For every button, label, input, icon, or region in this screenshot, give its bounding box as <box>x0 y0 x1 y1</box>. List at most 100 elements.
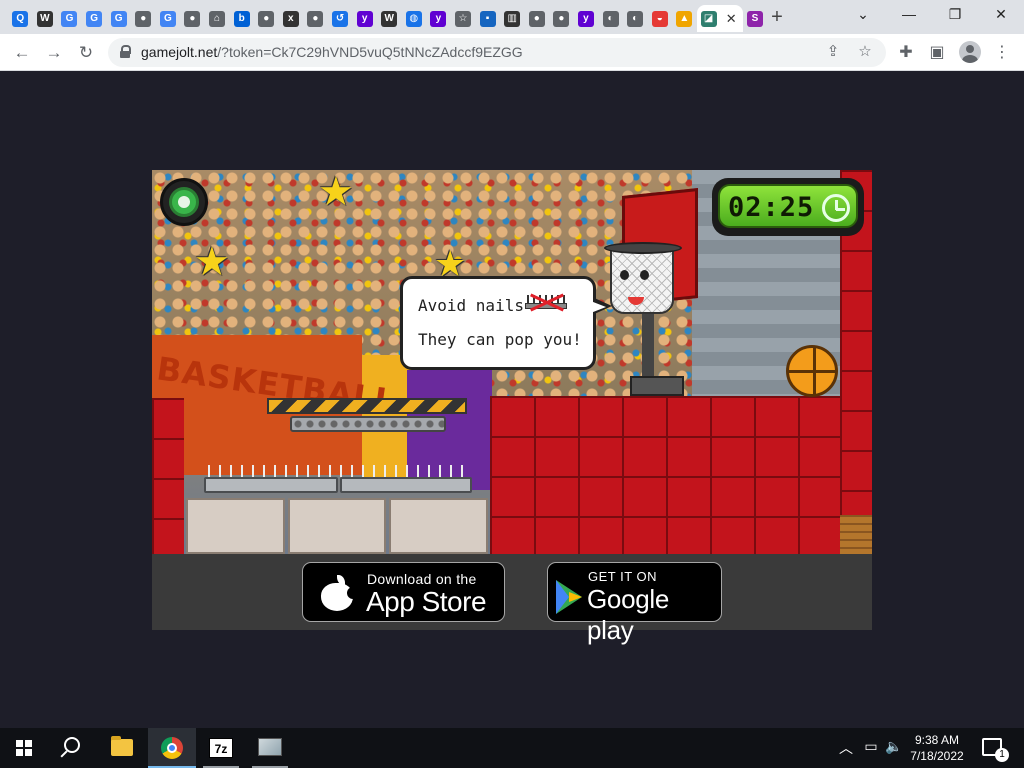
windows-start-button[interactable] <box>16 740 32 756</box>
browser-tab[interactable]: ☆ <box>451 5 476 32</box>
hoop-eye-icon <box>640 270 649 280</box>
lock-icon[interactable] <box>120 45 131 58</box>
stone-block <box>287 498 387 554</box>
browser-tab[interactable]: ▪ <box>475 5 500 32</box>
browser-tab[interactable]: ◪ ✕ <box>696 5 743 32</box>
start-pane <box>25 740 32 747</box>
volume-icon[interactable]: 🔈 <box>884 738 904 755</box>
notification-center-icon[interactable]: 1 <box>982 738 1009 762</box>
browser-tab[interactable]: G <box>82 5 107 32</box>
browser-tab[interactable]: G <box>57 5 82 32</box>
back-button[interactable]: ← <box>9 40 35 66</box>
browser-tab[interactable]: ▲ <box>672 5 697 32</box>
globe-icon: ● <box>307 10 324 27</box>
browser-tab[interactable]: Q <box>8 5 33 32</box>
browser-tab[interactable]: x <box>279 5 304 32</box>
browser-tab[interactable]: y <box>426 5 451 32</box>
url-text[interactable]: gamejolt.net/?token=Ck7C29hVND5vuQ5tNNcZ… <box>141 44 523 60</box>
close-tab-icon[interactable]: ✕ <box>726 11 737 27</box>
home-icon: ⌂ <box>209 10 226 27</box>
store-badges-bar: Download on the App Store GET IT ON Goog… <box>152 554 872 645</box>
address-bar[interactable]: gamejolt.net/?token=Ck7C29hVND5vuQ5tNNcZ… <box>108 38 886 67</box>
close-window-button[interactable]: ✕ <box>978 0 1024 30</box>
browser-tab[interactable]: W <box>33 5 58 32</box>
stopwatch-icon <box>822 194 850 222</box>
browser-tab[interactable]: ● <box>524 5 549 32</box>
browser-toolbar: ← → ↻ gamejolt.net/?token=Ck7C29hVND5vuQ… <box>0 34 1024 71</box>
minimize-button[interactable]: — <box>886 0 932 30</box>
side-panel-icon[interactable]: ▣ <box>925 41 949 65</box>
browser-tab[interactable]: ◍ <box>402 5 427 32</box>
browser-tab[interactable]: ◐ <box>598 5 623 32</box>
tab-strip: Q W G G G ● G ● ⌂ b ● x ● ↺ y W ◍ y ☆ ▪ ▥ ● ● y ◐ ◐ ◒ ▲ ◪ ✕ S + ⌄ — ❐ … <box>0 0 1024 34</box>
hint-line-2: They can pop you! <box>418 330 582 349</box>
stone-block <box>186 498 285 554</box>
chrome-taskbar-button[interactable] <box>148 728 196 768</box>
file-explorer-button[interactable] <box>98 728 146 768</box>
photo-icon: ▪ <box>479 10 496 27</box>
reload-button[interactable]: ↻ <box>73 40 99 66</box>
speech-bubble: Avoid nails They can pop you! <box>400 276 596 370</box>
taskbar-search-icon[interactable] <box>64 737 80 753</box>
system-clock[interactable]: 9:38 AM 7/18/2022 <box>906 732 968 764</box>
brick-platform <box>490 396 840 554</box>
browser-tab[interactable]: ◐ <box>623 5 648 32</box>
chrome-icon <box>161 737 183 759</box>
app-store-small-text: Download on the <box>367 571 477 587</box>
profile-avatar-icon[interactable] <box>959 41 981 63</box>
yahoo-icon: y <box>430 10 447 27</box>
tray-chevron-up-icon[interactable]: ︿ <box>836 738 856 758</box>
browser-tab[interactable]: ◒ <box>647 5 672 32</box>
browser-tab[interactable]: W <box>377 5 402 32</box>
hazard-platform <box>267 398 467 414</box>
game-icon: ▲ <box>676 10 693 27</box>
settings-gear-button[interactable] <box>160 178 208 226</box>
maximize-button[interactable]: ❐ <box>932 0 978 30</box>
extensions-puzzle-icon[interactable]: ✚ <box>894 41 918 65</box>
menu-kebab-icon[interactable]: ⋮ <box>990 41 1014 65</box>
bookmark-star-icon[interactable]: ☆ <box>854 41 876 63</box>
play-tri-blue <box>556 580 569 614</box>
forward-button[interactable]: → <box>41 40 67 66</box>
folder-icon <box>111 736 133 756</box>
browser-tab[interactable]: b <box>229 5 254 32</box>
box-icon: b <box>233 10 250 27</box>
app-store-badge[interactable]: Download on the App Store <box>302 562 505 622</box>
browser-tab[interactable]: y <box>574 5 599 32</box>
start-pane <box>16 740 23 747</box>
browser-tab[interactable]: ▥ <box>500 5 525 32</box>
browser-tab[interactable]: ● <box>180 5 205 32</box>
google-play-big-text: Google play <box>587 584 670 645</box>
google-play-badge[interactable]: GET IT ON Google play <box>547 562 722 645</box>
browser-tab[interactable]: ● <box>549 5 574 32</box>
hint-line-1: Avoid nails <box>418 296 524 315</box>
new-tab-button[interactable]: + <box>766 6 788 28</box>
browser-tab[interactable]: G <box>106 5 131 32</box>
hoop-eye-icon <box>620 270 629 280</box>
browser-tab[interactable]: ● <box>254 5 279 32</box>
globe-icon: ● <box>258 10 275 27</box>
screenshot-tool-button[interactable] <box>246 728 294 768</box>
browser-tab[interactable]: ● <box>303 5 328 32</box>
browser-tab[interactable]: ⌂ <box>205 5 230 32</box>
network-icon[interactable]: ▭ <box>861 738 881 755</box>
yahoo-icon: y <box>577 10 594 27</box>
browser-tab[interactable]: ● <box>131 5 156 32</box>
browser-tab[interactable]: y <box>352 5 377 32</box>
7zip-taskbar-button[interactable]: 7z <box>197 728 245 768</box>
gear-icon <box>169 187 199 217</box>
game-canvas[interactable]: BASKETBALL ★ ★ ★ Avoid nails They can po… <box>152 170 872 554</box>
browser-tab[interactable]: ↺ <box>328 5 353 32</box>
browser-tab[interactable]: G <box>156 5 181 32</box>
web-icon: ◍ <box>405 10 422 27</box>
brick-wall-left <box>152 398 184 554</box>
share-icon[interactable]: ⇪ <box>822 41 844 63</box>
crossed-nails-icon <box>523 291 571 313</box>
browser-tab[interactable]: S <box>743 5 768 32</box>
metal-rail <box>340 477 472 493</box>
tab-search-button[interactable]: ⌄ <box>840 0 886 30</box>
globe-icon: ● <box>528 10 545 27</box>
metal-rail <box>204 477 338 493</box>
stone-block <box>389 498 489 554</box>
globe-icon: ● <box>135 10 152 27</box>
